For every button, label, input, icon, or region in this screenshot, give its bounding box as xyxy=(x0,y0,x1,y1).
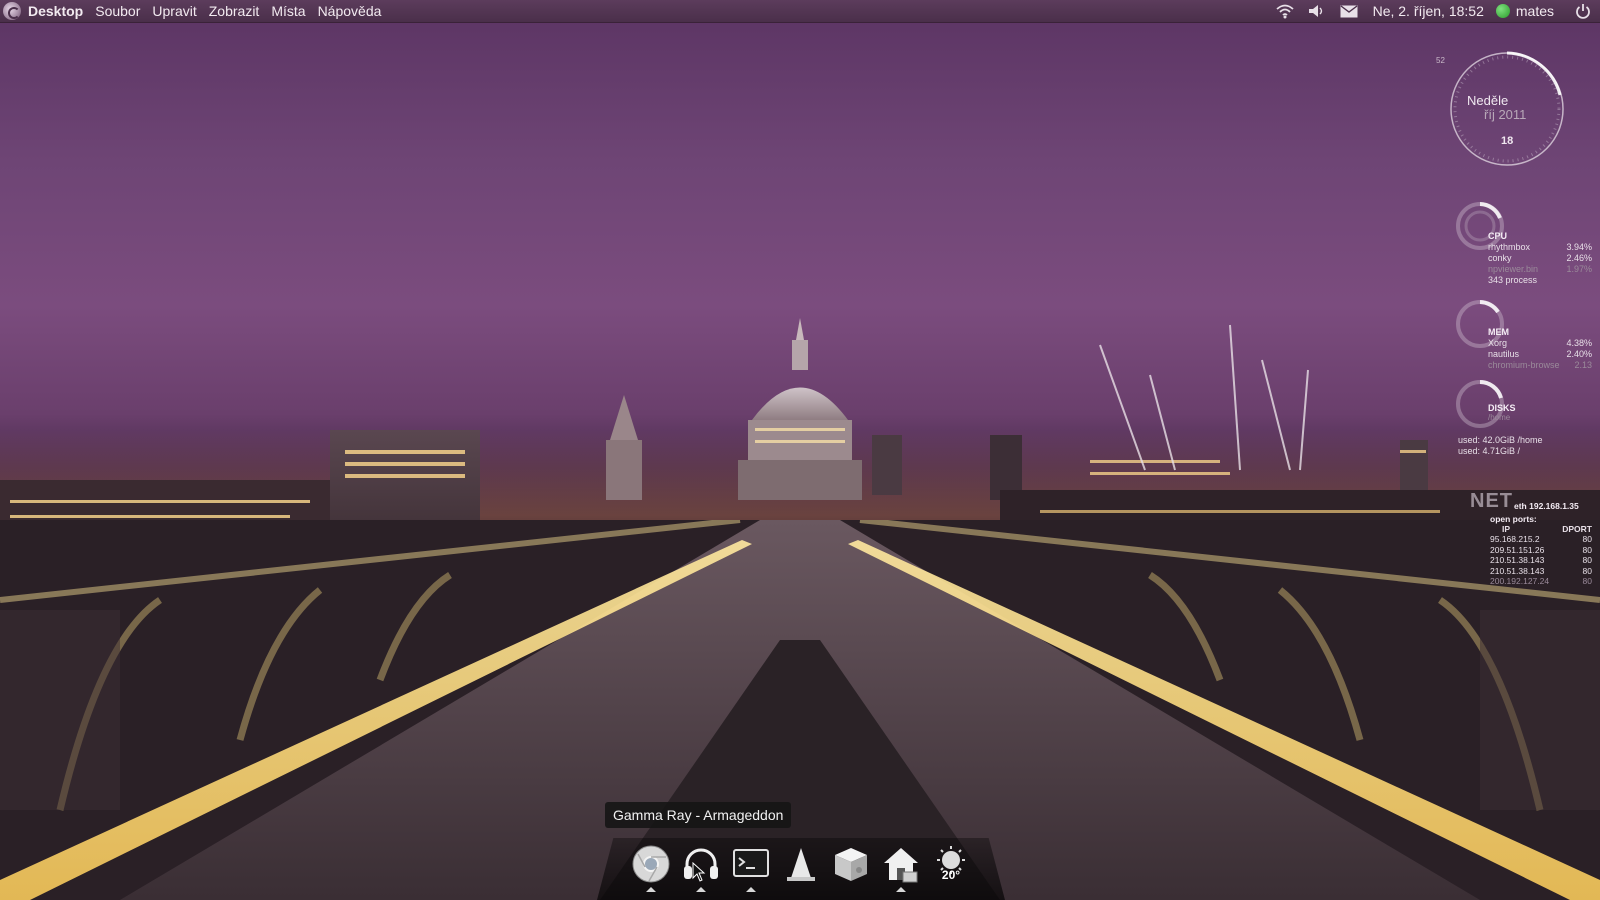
net-row: 209.51.151.26 80 xyxy=(1490,545,1592,556)
disk-usage-row: used: 42.0GiB /home xyxy=(1458,435,1592,446)
cpu-process-value: 2.46% xyxy=(1566,253,1592,263)
menu-zobrazit[interactable]: Zobrazit xyxy=(203,0,266,22)
net-row-ip: 95.168.215.2 xyxy=(1490,534,1540,544)
dock-item-software-center[interactable] xyxy=(830,843,872,885)
cpu-process-name: npviewer.bin xyxy=(1488,264,1539,274)
mem-process-name: Xorg xyxy=(1488,338,1508,348)
net-table-header: IP DPORT xyxy=(1490,524,1592,534)
box-icon xyxy=(835,848,867,881)
net-row-ip: 209.51.151.26 xyxy=(1490,544,1545,555)
net-row: 210.51.38.143 80 xyxy=(1490,555,1592,566)
dock-item-weather[interactable]: 20° xyxy=(930,843,972,885)
running-indicator xyxy=(896,887,906,892)
dock-item-home-folder[interactable] xyxy=(880,843,922,892)
dock-item-terminal[interactable] xyxy=(730,843,772,892)
dock-item-chromium[interactable] xyxy=(630,843,672,892)
cpu-process-row: rhythmbox 3.94% xyxy=(1488,242,1592,253)
mem-process-row: nautilus 2.40% xyxy=(1488,349,1592,360)
cone-icon xyxy=(787,848,815,881)
disk-usage-home: used: 42.0GiB /home xyxy=(1458,435,1543,445)
cpu-process-name: conky xyxy=(1488,253,1512,263)
panel-clock[interactable]: Ne, 2. říjen, 18:52 xyxy=(1365,3,1492,19)
conky-cpu: CPU rhythmbox 3.94% conky 2.46% npviewer… xyxy=(1454,200,1592,290)
conky-mem: MEM Xorg 4.38% nautilus 2.40% chromium-b… xyxy=(1454,298,1592,371)
user-menu[interactable]: mates xyxy=(1492,3,1560,19)
weather-temperature: 20° xyxy=(941,868,961,882)
cpu-process-row: npviewer.bin 1.97% xyxy=(1488,264,1592,275)
cpu-process-total: 343 process xyxy=(1488,275,1538,285)
net-row-port: 80 xyxy=(1582,534,1592,544)
disks-subtitle: /home xyxy=(1488,413,1511,422)
net-row-port: 80 xyxy=(1582,565,1592,576)
disks-title: DISKS xyxy=(1488,403,1516,413)
dock-tooltip: Gamma Ray - Armageddon xyxy=(605,802,792,828)
conky-net: NET eth 192.168.1.35 open ports: IP DPOR… xyxy=(1470,490,1592,600)
cpu-process-count: 343 process xyxy=(1488,275,1592,286)
conky-disks: DISKS /home used: 42.0GiB /home used: 4.… xyxy=(1454,378,1592,468)
net-col-port: DPORT xyxy=(1562,524,1592,534)
mem-title: MEM xyxy=(1488,327,1509,337)
mem-process-name: chromium-browse xyxy=(1488,360,1560,370)
calendar-month-year: říj 2011 xyxy=(1484,107,1527,122)
calendar-week-label: 52 xyxy=(1436,56,1445,65)
disk-usage-root: used: 4.71GiB / xyxy=(1458,446,1521,456)
desktop-wallpaper xyxy=(0,0,1600,900)
mouse-cursor-icon xyxy=(692,862,706,882)
net-ports-label: open ports: xyxy=(1490,514,1537,524)
net-row: 200.192.127.24 80 xyxy=(1490,576,1592,587)
cpu-title: CPU xyxy=(1488,231,1508,241)
cpu-process-row: conky 2.46% xyxy=(1488,253,1592,264)
net-row-port: 80 xyxy=(1582,555,1592,565)
mem-process-value: 2.13 xyxy=(1574,360,1592,370)
menu-napoveda[interactable]: Nápověda xyxy=(312,0,388,22)
menu-mista[interactable]: Místa xyxy=(265,0,311,22)
mem-process-row: Xorg 4.38% xyxy=(1488,338,1592,349)
mail-icon[interactable] xyxy=(1338,2,1360,20)
net-row-ip: 210.51.38.143 xyxy=(1490,565,1545,576)
panel-left: Desktop Soubor Upravit Zobrazit Místa Ná… xyxy=(0,0,387,22)
net-interface: eth 192.168.1.35 xyxy=(1514,501,1579,511)
ubuntu-logo-icon[interactable] xyxy=(3,2,21,20)
running-indicator xyxy=(696,887,706,892)
calendar-day-name: Neděle xyxy=(1467,93,1509,108)
app-name[interactable]: Desktop xyxy=(28,0,89,22)
calendar-day-number: 18 xyxy=(1501,135,1514,147)
net-row-ip: 210.51.38.143 xyxy=(1490,555,1545,565)
conky-calendar: 52 Neděle říj 2011 18 xyxy=(1436,50,1566,168)
net-row-port: 80 xyxy=(1582,576,1592,586)
mem-process-value: 2.40% xyxy=(1566,349,1592,359)
disk-usage-row: used: 4.71GiB / xyxy=(1458,446,1592,457)
net-col-ip: IP xyxy=(1502,524,1511,534)
wifi-icon[interactable] xyxy=(1274,2,1296,20)
cpu-process-name: rhythmbox xyxy=(1488,242,1531,252)
panel-right: Ne, 2. říjen, 18:52 mates xyxy=(1269,0,1600,22)
dock-item-cone[interactable] xyxy=(780,843,822,885)
net-row-port: 80 xyxy=(1582,544,1592,555)
net-title: NET xyxy=(1470,490,1513,512)
net-table-body: 95.168.215.2 80 209.51.151.26 80 210.51.… xyxy=(1490,534,1592,587)
net-row-ip: 200.192.127.24 xyxy=(1490,576,1550,586)
cpu-process-value: 1.97% xyxy=(1566,264,1592,274)
terminal-icon xyxy=(733,849,769,877)
mem-process-name: nautilus xyxy=(1488,349,1520,359)
running-indicator xyxy=(646,887,656,892)
running-indicator xyxy=(746,887,756,892)
menu-upravit[interactable]: Upravit xyxy=(146,0,202,22)
top-panel: Desktop Soubor Upravit Zobrazit Místa Ná… xyxy=(0,0,1600,23)
cpu-process-value: 3.94% xyxy=(1566,242,1592,252)
volume-icon[interactable] xyxy=(1306,2,1328,20)
chrome-icon xyxy=(632,845,670,883)
user-name: mates xyxy=(1515,3,1554,19)
net-row: 95.168.215.2 80 xyxy=(1490,534,1592,545)
home-icon xyxy=(884,848,918,883)
mem-process-row: chromium-browse 2.13 xyxy=(1488,360,1592,371)
user-status-icon xyxy=(1495,4,1510,18)
mem-process-value: 4.38% xyxy=(1566,338,1592,348)
net-row: 210.51.38.143 80 xyxy=(1490,566,1592,577)
power-icon[interactable] xyxy=(1572,2,1594,20)
menu-soubor[interactable]: Soubor xyxy=(89,0,146,22)
